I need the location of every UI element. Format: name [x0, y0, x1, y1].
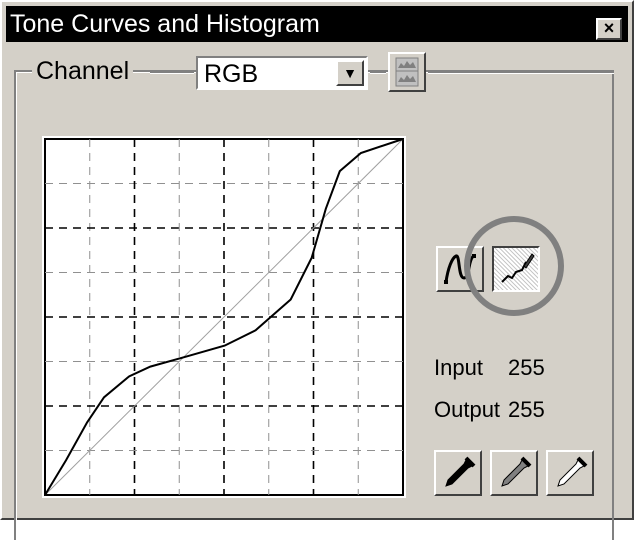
tone-curve-panel[interactable] — [42, 136, 406, 498]
white-point-button[interactable] — [546, 450, 594, 496]
input-label: Input — [434, 355, 483, 380]
output-label: Output — [434, 397, 501, 422]
highlight-circle — [464, 216, 564, 316]
channel-label: Channel — [32, 58, 134, 84]
gray-point-button[interactable] — [490, 450, 538, 496]
groupbox-line-segment — [428, 72, 614, 74]
close-icon: × — [603, 18, 615, 38]
tone-curve-graph[interactable] — [42, 136, 406, 498]
dropdown-arrow-button[interactable]: ▼ — [336, 60, 364, 86]
input-value: 255 — [508, 355, 545, 380]
white-point-eyedropper-icon — [557, 456, 588, 487]
chevron-down-icon: ▼ — [343, 65, 357, 81]
groupbox-line-segment — [150, 72, 194, 74]
close-button[interactable]: × — [596, 18, 622, 40]
window-title: Tone Curves and Histogram — [10, 10, 320, 38]
channel-dropdown[interactable]: RGB ▼ — [196, 56, 368, 90]
gray-point-eyedropper-icon — [501, 456, 532, 487]
output-value: 255 — [508, 397, 545, 422]
histogram-button[interactable] — [388, 52, 426, 92]
black-point-button[interactable] — [434, 450, 482, 496]
groupbox-line-segment — [370, 72, 386, 74]
title-bar[interactable]: Tone Curves and Histogram × — [6, 6, 628, 42]
black-point-eyedropper-icon — [445, 456, 476, 487]
histogram-icon — [395, 57, 419, 87]
channel-selected-value: RGB — [204, 60, 259, 88]
